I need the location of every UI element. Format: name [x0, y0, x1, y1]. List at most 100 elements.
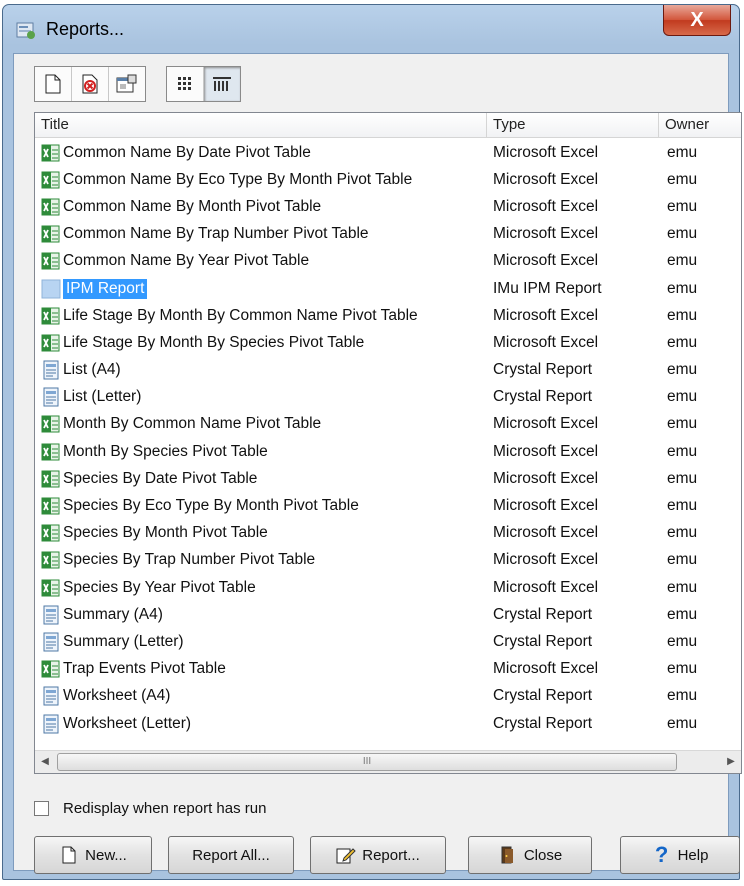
list-item[interactable]: Species By Trap Number Pivot Table Micros… — [35, 547, 741, 574]
list-item-title: Month By Common Name Pivot Table — [63, 415, 322, 433]
close-button-label: Close — [523, 846, 563, 864]
list-item[interactable]: Month By Common Name Pivot Table Microsof… — [35, 411, 741, 438]
crystal-report-icon — [41, 360, 61, 380]
help-button[interactable]: ? Help — [620, 836, 740, 874]
list-item-title: Common Name By Eco Type By Month Pivot T… — [63, 170, 413, 188]
list-item[interactable]: Summary (Letter) Crystal Report emu — [35, 628, 741, 655]
list-item-type: Microsoft Excel — [493, 225, 599, 243]
list-item[interactable]: Species By Year Pivot Table Microsoft Exc… — [35, 574, 741, 601]
list-item-title: Species By Year Pivot Table — [63, 578, 256, 596]
list-item-title-cell: Trap Events Pivot Table — [35, 659, 487, 679]
list-item-type: IMu IPM Report — [493, 279, 602, 297]
column-header-type[interactable]: Type — [487, 113, 659, 137]
report-button[interactable]: Report... — [310, 836, 446, 874]
list-item-type: Crystal Report — [493, 605, 593, 623]
report-all-button[interactable]: Report All... — [168, 836, 294, 874]
list-item-type: Microsoft Excel — [493, 170, 599, 188]
close-icon: X — [690, 8, 704, 31]
list-item-owner: emu — [667, 687, 698, 705]
title-bar[interactable]: Reports... X — [3, 5, 739, 51]
list-item-title-cell: Species By Date Pivot Table — [35, 469, 487, 489]
excel-icon — [41, 306, 61, 326]
list-item[interactable]: Month By Species Pivot Table Microsoft Ex… — [35, 438, 741, 465]
list-item-type: Microsoft Excel — [493, 442, 599, 460]
close-window-button[interactable]: X — [663, 5, 731, 36]
list-item-owner: emu — [667, 442, 698, 460]
list-item-owner: emu — [667, 632, 698, 650]
redisplay-option[interactable]: Redisplay when report has run — [34, 800, 266, 817]
list-item[interactable]: Species By Month Pivot Table Microsoft Ex… — [35, 520, 741, 547]
list-item-title: Life Stage By Month By Common Name Pivot… — [63, 306, 418, 324]
list-item-type: Microsoft Excel — [493, 660, 599, 678]
list-item[interactable]: Species By Eco Type By Month Pivot Table… — [35, 492, 741, 519]
list-item-type: Crystal Report — [493, 632, 593, 650]
horizontal-scrollbar[interactable]: ◀ III ▶ — [35, 750, 741, 773]
reports-window: Reports... X Title Type Owner Common Nam… — [2, 4, 742, 880]
scroll-thumb[interactable]: III — [57, 753, 677, 771]
scroll-left-arrow-icon[interactable]: ◀ — [37, 753, 53, 770]
list-item-owner: emu — [667, 388, 698, 406]
report-button-label: Report... — [362, 846, 420, 864]
delete-document-icon — [82, 74, 98, 94]
list-item-owner: emu — [667, 225, 698, 243]
list-item[interactable]: IPM Report IMu IPM Report emu — [35, 275, 741, 302]
new-report-toolbar-button[interactable] — [35, 67, 72, 101]
list-item-owner: emu — [667, 469, 698, 487]
list-header: Title Type Owner — [35, 113, 741, 138]
reports-list[interactable]: Title Type Owner Common Name By Date Piv… — [34, 112, 742, 774]
redisplay-label: Redisplay when report has run — [63, 800, 267, 817]
list-item-type: Microsoft Excel — [493, 333, 599, 351]
list-item[interactable]: List (A4) Crystal Report emu — [35, 357, 741, 384]
list-item-owner: emu — [667, 361, 698, 379]
list-item-title: List (Letter) — [63, 388, 142, 406]
column-header-owner[interactable]: Owner — [659, 113, 741, 137]
redisplay-checkbox[interactable] — [34, 801, 49, 816]
list-item[interactable]: Trap Events Pivot Table Microsoft Excel em… — [35, 656, 741, 683]
crystal-report-icon — [41, 632, 61, 652]
list-item[interactable]: Common Name By Eco Type By Month Pivot T… — [35, 166, 741, 193]
list-item[interactable]: Common Name By Trap Number Pivot Table Mi… — [35, 221, 741, 248]
list-item-type: Crystal Report — [493, 714, 593, 732]
list-item-title-cell: Species By Month Pivot Table — [35, 523, 487, 543]
list-item[interactable]: Common Name By Year Pivot Table Microsoft… — [35, 248, 741, 275]
new-button[interactable]: New... — [34, 836, 152, 874]
list-item-title: Month By Species Pivot Table — [63, 442, 268, 460]
excel-icon — [41, 469, 61, 489]
scroll-thumb-grip: III — [362, 756, 372, 767]
scroll-right-arrow-icon[interactable]: ▶ — [723, 753, 739, 770]
list-item[interactable]: Worksheet (A4) Crystal Report emu — [35, 683, 741, 710]
details-view-toolbar-button[interactable] — [204, 67, 240, 101]
list-item-owner: emu — [667, 197, 698, 215]
list-item-owner: emu — [667, 524, 698, 542]
list-item[interactable]: Species By Date Pivot Table Microsoft Exc… — [35, 465, 741, 492]
column-header-title[interactable]: Title — [35, 113, 487, 137]
list-item-title: Common Name By Date Pivot Table — [63, 143, 311, 161]
list-item[interactable]: Common Name By Date Pivot Table Microsoft… — [35, 139, 741, 166]
list-item-owner: emu — [667, 306, 698, 324]
list-item-owner: emu — [667, 170, 698, 188]
list-item-title: IPM Report — [63, 278, 148, 299]
excel-icon — [41, 170, 61, 190]
toolbar-view-group — [166, 66, 241, 102]
list-item[interactable]: Life Stage By Month By Common Name Pivot… — [35, 302, 741, 329]
list-item-title-cell: List (A4) — [35, 360, 487, 380]
ipm-report-icon — [41, 279, 61, 299]
list-item-title: Worksheet (A4) — [63, 687, 171, 705]
list-item-type: Microsoft Excel — [493, 415, 599, 433]
crystal-report-icon — [41, 387, 61, 407]
list-item[interactable]: Life Stage By Month By Species Pivot Tab… — [35, 329, 741, 356]
list-item[interactable]: List (Letter) Crystal Report emu — [35, 384, 741, 411]
list-item-title-cell: Summary (A4) — [35, 605, 487, 625]
list-item-title: Trap Events Pivot Table — [63, 660, 226, 678]
delete-report-toolbar-button[interactable] — [72, 67, 109, 101]
close-button[interactable]: Close — [468, 836, 592, 874]
list-view-toolbar-button[interactable] — [167, 67, 204, 101]
list-item-title-cell: Life Stage By Month By Species Pivot Tab… — [35, 333, 487, 353]
list-item[interactable]: Worksheet (Letter) Crystal Report emu — [35, 710, 741, 737]
list-item[interactable]: Common Name By Month Pivot Table Microsof… — [35, 193, 741, 220]
properties-toolbar-button[interactable] — [109, 67, 145, 101]
list-item-type: Microsoft Excel — [493, 524, 599, 542]
excel-icon — [41, 224, 61, 244]
list-item[interactable]: Summary (A4) Crystal Report emu — [35, 601, 741, 628]
dialog-client-area: Title Type Owner Common Name By Date Piv… — [13, 53, 742, 874]
